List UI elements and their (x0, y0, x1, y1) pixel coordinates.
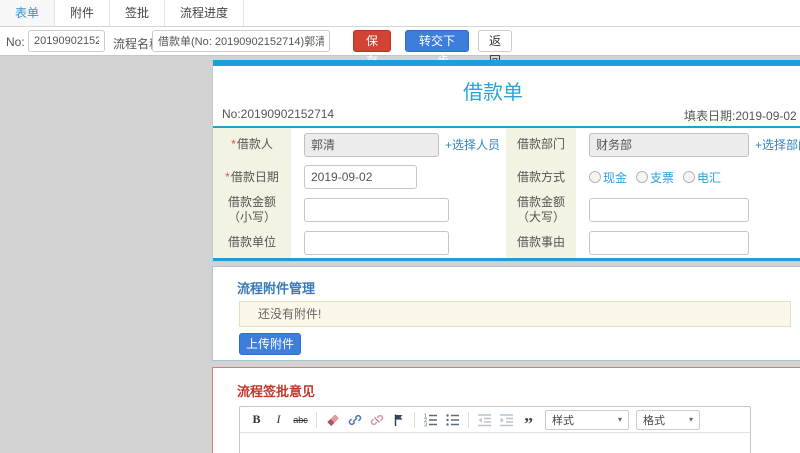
attachments-title: 流程附件管理 (237, 281, 316, 296)
radio-circle-icon[interactable] (589, 171, 601, 183)
borrower-label: *借款人 (213, 128, 291, 161)
editor-toolbar: B I abc 123 ” 样式 ▾ 格式 ▾ (240, 407, 750, 433)
radio-circle-icon[interactable] (683, 171, 696, 183)
editor-content-area[interactable] (240, 433, 750, 453)
toolbar-separator (316, 411, 317, 428)
select-person-link[interactable]: +选择人员 (445, 136, 500, 153)
unlink-icon[interactable] (367, 410, 386, 430)
form-meta-row: No:20190902152714 填表日期:2019-09-02 15:27:… (213, 104, 800, 126)
form-title: 借款单 (463, 82, 523, 104)
blockquote-icon[interactable]: ” (519, 410, 538, 433)
no-input[interactable] (28, 30, 105, 52)
outdent-icon[interactable] (475, 410, 494, 430)
next-step-button[interactable]: 转交下一步 (405, 30, 469, 68)
radio-circle-icon[interactable] (636, 171, 649, 183)
loan-form-grid: *借款人 +选择人员 借款部门 +选择部门 *借款日期 借款方式 现金 支票 电… (213, 128, 800, 258)
form-fill-date: 填表日期:2019-09-02 15:27:1 (684, 109, 800, 123)
amount-big-input[interactable] (589, 198, 749, 222)
bold-icon[interactable]: B (247, 410, 266, 430)
toolbar-separator (468, 411, 469, 428)
remove-format-icon[interactable] (323, 410, 342, 430)
indent-icon[interactable] (497, 410, 516, 430)
amount-small-input[interactable] (304, 198, 449, 222)
amount-big-label: 借款金额（大写） (506, 193, 576, 227)
radio-cheque[interactable]: 支票 (636, 169, 674, 186)
radio-cash[interactable]: 现金 (589, 169, 627, 186)
process-name-input[interactable] (152, 30, 330, 52)
tab-process-progress[interactable]: 流程进度 (165, 0, 245, 26)
approval-panel: 流程签批意见 B I abc 123 ” 样式 ▾ 格式 ▾ (212, 367, 800, 453)
tab-approval[interactable]: 签批 (110, 0, 166, 26)
no-attachments-message: 还没有附件! (239, 301, 791, 327)
dept-label: 借款部门 (506, 128, 576, 161)
back-button[interactable]: 返回 (478, 30, 512, 68)
italic-icon[interactable]: I (269, 410, 288, 430)
blue-divider-bottom (213, 258, 800, 261)
loan-date-input[interactable] (304, 165, 417, 189)
loan-unit-label: 借款单位 (213, 227, 291, 258)
approval-title: 流程签批意见 (237, 384, 316, 399)
form-number: No:20190902152714 (222, 107, 335, 121)
radio-wire[interactable]: 电汇 (683, 169, 721, 186)
upload-attachment-button[interactable]: 上传附件 (239, 333, 301, 355)
loan-method-label: 借款方式 (506, 161, 576, 193)
numbered-list-icon[interactable]: 123 (421, 410, 440, 430)
loan-form-panel: 借款单 No:20190902152714 填表日期:2019-09-02 15… (212, 60, 800, 262)
rich-text-editor: B I abc 123 ” 样式 ▾ 格式 ▾ (239, 406, 751, 453)
loan-unit-input[interactable] (304, 230, 449, 255)
tab-form[interactable]: 表单 (0, 0, 56, 26)
attachments-panel: 流程附件管理 还没有附件! 上传附件 (212, 266, 800, 361)
save-button[interactable]: 保存 (353, 30, 391, 68)
amount-small-label: 借款金额（小写） (213, 193, 291, 227)
bulleted-list-icon[interactable] (443, 410, 462, 430)
dept-input[interactable] (589, 132, 749, 157)
strikethrough-icon[interactable]: abc (291, 410, 310, 430)
no-label: No: (6, 35, 25, 49)
tab-attachments[interactable]: 附件 (55, 0, 111, 26)
link-icon[interactable] (345, 410, 364, 430)
svg-text:3: 3 (424, 422, 427, 427)
chevron-down-icon: ▾ (617, 415, 622, 424)
loan-reason-label: 借款事由 (506, 227, 576, 258)
command-bar: No: 流程名称: 保存 转交下一步 返回 (0, 27, 800, 68)
styles-dropdown[interactable]: 样式 ▾ (545, 409, 629, 430)
chevron-down-icon: ▾ (688, 415, 693, 424)
borrower-input[interactable] (304, 132, 439, 157)
format-dropdown[interactable]: 格式 ▾ (636, 409, 700, 430)
loan-date-label: *借款日期 (213, 161, 291, 193)
toolbar-separator (414, 411, 415, 428)
tab-bar: 表单 附件 签批 流程进度 (0, 0, 800, 27)
loan-reason-input[interactable] (589, 230, 749, 255)
anchor-flag-icon[interactable] (389, 410, 408, 430)
loan-method-radio-group: 现金 支票 电汇 (589, 169, 721, 186)
select-dept-link[interactable]: +选择部门 (755, 136, 800, 153)
